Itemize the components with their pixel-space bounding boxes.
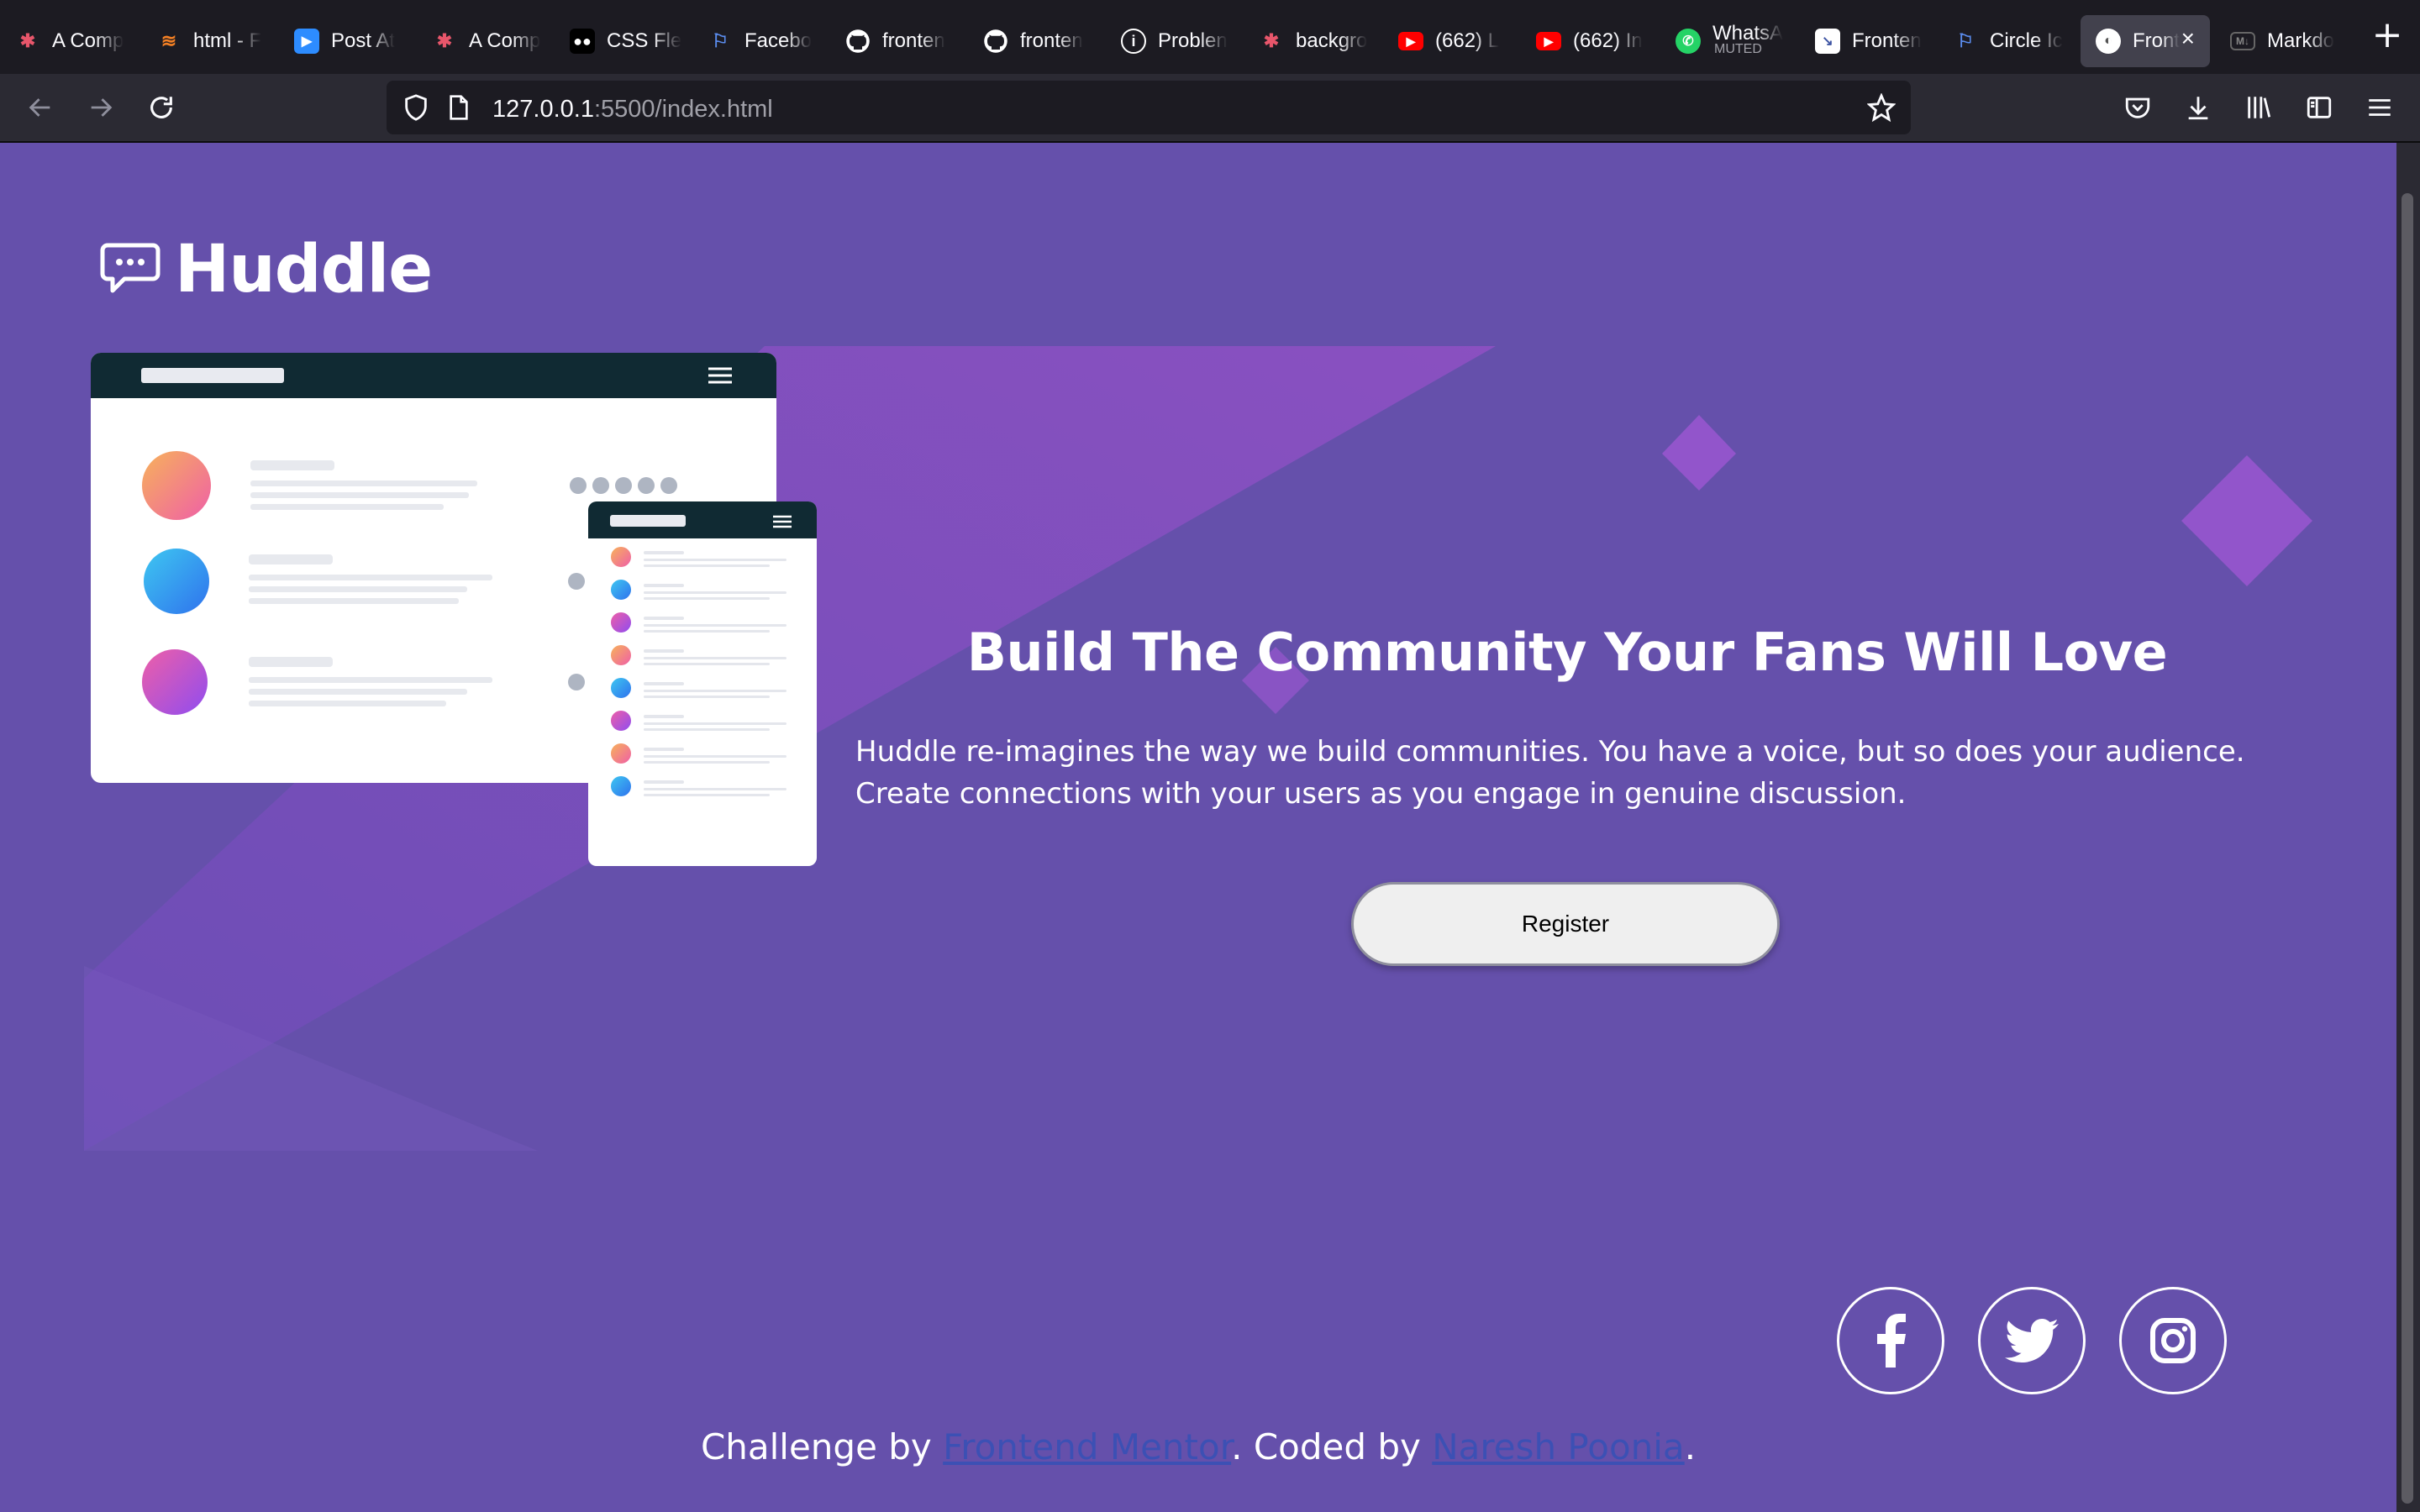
tab-background[interactable]: ✱ backgro xyxy=(1244,15,1380,67)
downloads-button[interactable] xyxy=(2178,87,2218,128)
logo[interactable]: Huddle xyxy=(99,232,433,307)
hero-description: Huddle re-imagines the way we build comm… xyxy=(855,735,2245,811)
tab-a-comp-2[interactable]: ✱ A Comp xyxy=(417,15,553,67)
app-menu-button[interactable] xyxy=(2360,87,2400,128)
tab-github-1[interactable]: fronten xyxy=(830,15,966,67)
stackoverflow-icon: ≋ xyxy=(160,30,177,51)
tab-markdown[interactable]: M↓ Markdo xyxy=(2215,15,2351,67)
tab-post[interactable]: ▶ Post At xyxy=(279,15,415,67)
frontend-mentor-link[interactable]: Frontend Mentor xyxy=(943,1426,1231,1467)
reload-icon xyxy=(150,97,172,118)
attribution-footer: Challenge by Frontend Mentor. Coded by N… xyxy=(700,1426,1697,1467)
youtube-icon: ▶ xyxy=(1398,32,1423,50)
address-bar[interactable]: 127.0.0.1:5500/index.html xyxy=(387,81,1911,134)
sidebar-button[interactable] xyxy=(2299,87,2339,128)
globe-icon: ◐ xyxy=(2096,29,2121,54)
frontendmentor-icon: ↘ xyxy=(1815,29,1840,54)
zoom-icon: ▶ xyxy=(294,29,319,54)
hero-headline: Build The Community Your Fans Will Love xyxy=(966,622,2168,683)
tab-problem[interactable]: i Problen xyxy=(1106,15,1242,67)
flag-icon: ⚐ xyxy=(712,30,729,51)
sidebar-icon xyxy=(2307,97,2332,118)
info-icon: i xyxy=(1121,29,1146,54)
tab-front-active[interactable]: ◐ Front × xyxy=(2081,15,2210,67)
register-button[interactable]: Register xyxy=(1351,882,1780,966)
pocket-button[interactable] xyxy=(2118,87,2158,128)
tab-circle-icons[interactable]: ⚐ Circle Ic xyxy=(1938,15,2074,67)
tab-github-2[interactable]: fronten xyxy=(968,15,1104,67)
url-text: 127.0.0.1:5500/index.html xyxy=(492,96,773,123)
forward-button[interactable] xyxy=(81,87,121,128)
arrow-left-icon xyxy=(29,98,50,117)
instagram-icon xyxy=(2150,1318,2196,1363)
github-icon xyxy=(983,29,1008,54)
twitter-icon xyxy=(2005,1318,2059,1362)
reload-button[interactable] xyxy=(141,87,182,128)
asterisk-icon: ✱ xyxy=(436,30,453,51)
instagram-link[interactable] xyxy=(2119,1287,2227,1394)
shield-icon xyxy=(405,94,427,121)
youtube-icon: ▶ xyxy=(1536,32,1561,50)
app-mockup-illustration xyxy=(91,353,817,866)
close-icon[interactable]: × xyxy=(2181,27,2195,50)
tab-html[interactable]: ≋ html - F xyxy=(141,15,277,67)
tab-youtube-2[interactable]: ▶ (662) In xyxy=(1521,15,1657,67)
page-icon xyxy=(450,95,468,120)
github-icon xyxy=(845,29,871,54)
asterisk-icon: ✱ xyxy=(1263,30,1280,51)
library-icon xyxy=(2248,97,2271,118)
facebook-link[interactable] xyxy=(1837,1287,1944,1394)
hamburger-menu-icon xyxy=(2369,99,2391,116)
tab-css-flex[interactable]: ●● CSS Fle xyxy=(555,15,691,67)
back-button[interactable] xyxy=(20,87,60,128)
navigation-toolbar: 127.0.0.1:5500/index.html xyxy=(0,74,2420,143)
tab-youtube-1[interactable]: ▶ (662) L xyxy=(1383,15,1519,67)
tab-whatsapp[interactable]: ✆ WhatsA MUTED xyxy=(1660,15,1797,67)
whatsapp-icon: ✆ xyxy=(1676,29,1701,54)
tab-strip: ✱ A Comp ≋ html - F ▶ Post At ✱ A Comp ●… xyxy=(0,0,2420,74)
page-viewport: Huddle Build The Community Your Fans Wil… xyxy=(0,143,2396,1512)
scrollbar-thumb[interactable] xyxy=(2402,193,2413,1504)
library-button[interactable] xyxy=(2238,87,2279,128)
author-link[interactable]: Naresh Poonia xyxy=(1432,1426,1684,1467)
logo-wordmark: Huddle xyxy=(175,232,433,307)
tab-facebook[interactable]: ⚐ Facebo xyxy=(692,15,829,67)
twitter-link[interactable] xyxy=(1978,1287,2086,1394)
tab-frontend-mentor[interactable]: ↘ Fronten xyxy=(1800,15,1936,67)
tab-a-comp-1[interactable]: ✱ A Comp xyxy=(0,15,136,67)
star-icon[interactable] xyxy=(1867,93,1896,122)
arrow-right-icon xyxy=(91,98,113,117)
medium-icon: ●● xyxy=(570,29,595,54)
facebook-icon xyxy=(1877,1314,1906,1368)
chat-bubble-icon xyxy=(100,243,160,293)
flag-icon: ⚐ xyxy=(1957,30,1974,51)
new-tab-button[interactable]: + xyxy=(2368,17,2407,57)
download-icon xyxy=(2188,97,2208,120)
markdown-icon: M↓ xyxy=(2230,32,2255,50)
pocket-icon xyxy=(2125,97,2150,118)
asterisk-icon: ✱ xyxy=(19,30,36,51)
